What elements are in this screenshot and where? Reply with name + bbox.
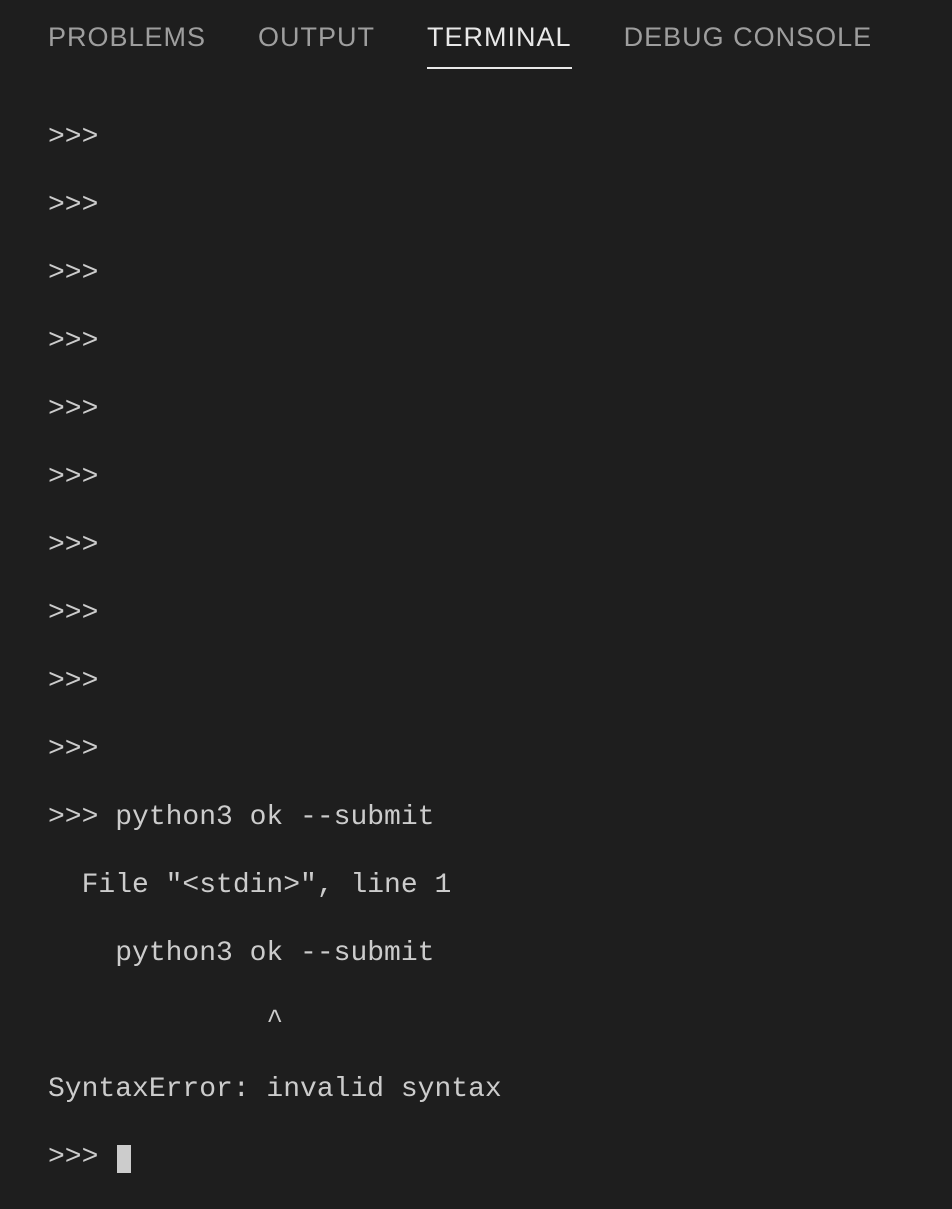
- tab-problems[interactable]: PROBLEMS: [48, 22, 206, 69]
- terminal-line: >>> python3 ok --submit: [48, 801, 952, 835]
- terminal-line: >>>: [48, 733, 952, 767]
- terminal-output[interactable]: >>> >>> >>> >>> >>> >>> >>> >>> >>> >>> …: [0, 69, 952, 1209]
- terminal-line: python3 ok --submit: [48, 937, 952, 971]
- terminal-line: >>>: [48, 665, 952, 699]
- terminal-line: ^: [48, 1005, 952, 1039]
- tab-output[interactable]: OUTPUT: [258, 22, 375, 69]
- terminal-line: >>>: [48, 325, 952, 359]
- terminal-line: >>>: [48, 189, 952, 223]
- terminal-line: File "<stdin>", line 1: [48, 869, 952, 903]
- tab-debug-console[interactable]: DEBUG CONSOLE: [624, 22, 873, 69]
- terminal-line: SyntaxError: invalid syntax: [48, 1073, 952, 1107]
- terminal-line: >>>: [48, 121, 952, 155]
- terminal-line: >>>: [48, 393, 952, 427]
- terminal-line: >>>: [48, 461, 952, 495]
- cursor-icon: [117, 1145, 131, 1173]
- panel-tabs: PROBLEMS OUTPUT TERMINAL DEBUG CONSOLE: [0, 0, 952, 69]
- terminal-line: >>>: [48, 597, 952, 631]
- tab-terminal[interactable]: TERMINAL: [427, 22, 572, 69]
- terminal-current-prompt[interactable]: >>>: [48, 1141, 952, 1175]
- terminal-line: >>>: [48, 529, 952, 563]
- terminal-line: >>>: [48, 257, 952, 291]
- prompt-text: >>>: [48, 1142, 115, 1173]
